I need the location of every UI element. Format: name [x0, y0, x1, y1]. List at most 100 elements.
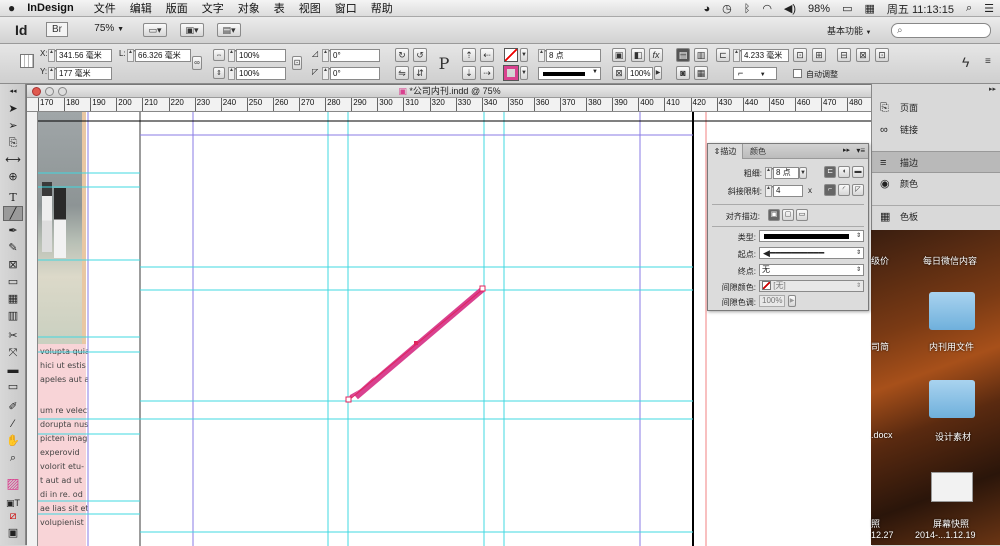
- fill-swatch[interactable]: [504, 48, 518, 62]
- workspace-switcher[interactable]: 基本功能 ▼: [827, 24, 871, 37]
- line-tool-icon[interactable]: ╱: [3, 206, 23, 221]
- screenshot-thumbnail-icon[interactable]: [931, 472, 973, 502]
- length-field[interactable]: 66.326 毫米: [135, 49, 191, 62]
- cap-butt-button[interactable]: ⊏: [824, 166, 836, 178]
- tab-color[interactable]: 颜色: [743, 144, 773, 159]
- input-source-icon[interactable]: ▦: [864, 2, 874, 15]
- fit-proportional-button[interactable]: ⊡: [875, 48, 889, 62]
- free-transform-tool-icon[interactable]: ⤧: [3, 346, 23, 361]
- dock-item-color[interactable]: ◉ 颜色: [872, 173, 1000, 195]
- menu-layout[interactable]: 版面: [166, 0, 188, 16]
- menu-window[interactable]: 窗口: [335, 0, 357, 16]
- reference-point-icon[interactable]: [20, 54, 34, 68]
- rectangle-tool-icon[interactable]: ▭: [3, 275, 23, 290]
- weight-stepper[interactable]: ▲▼: [765, 167, 776, 179]
- miter-field[interactable]: 4: [773, 185, 803, 197]
- apply-none-icon[interactable]: ⧄: [3, 509, 23, 524]
- weight-field[interactable]: 8 点: [773, 167, 799, 179]
- wifi-icon[interactable]: ◠: [762, 2, 772, 15]
- rotate-ccw-button[interactable]: ↺: [413, 48, 427, 62]
- fx-button[interactable]: fx: [649, 48, 663, 62]
- folder-icon[interactable]: [929, 380, 975, 418]
- screen-mode-button[interactable]: ▣▾: [180, 23, 204, 37]
- fit-content-button[interactable]: ⊡: [793, 48, 807, 62]
- panel-menu-icon[interactable]: ≡: [985, 56, 991, 67]
- menu-view[interactable]: 视图: [299, 0, 321, 16]
- stroke-dropdown[interactable]: ▼: [520, 66, 528, 80]
- auto-fit-checkbox[interactable]: [793, 69, 802, 78]
- select-container-button[interactable]: ⇡: [462, 48, 476, 62]
- volume-icon[interactable]: ◀): [784, 2, 796, 15]
- shear-stepper[interactable]: ▲▼: [322, 67, 333, 80]
- close-window-icon[interactable]: [32, 87, 41, 96]
- dock-item-pages[interactable]: ⎘ 页面: [872, 97, 1000, 119]
- wrap-shape-button[interactable]: ◙: [676, 66, 690, 80]
- x-stepper[interactable]: ▲▼: [48, 49, 59, 62]
- battery-status[interactable]: 98%: [808, 3, 830, 15]
- app-menu[interactable]: InDesign: [27, 2, 73, 14]
- menu-help[interactable]: 帮助: [371, 0, 393, 16]
- cap-projecting-button[interactable]: ▬: [852, 166, 864, 178]
- rectangle-frame-tool-icon[interactable]: ⊠: [3, 258, 23, 273]
- hand-tool-icon[interactable]: ✋: [3, 434, 23, 449]
- panel-options-icon[interactable]: ▾≡: [856, 146, 865, 155]
- miter-stepper[interactable]: ▲▼: [765, 185, 776, 197]
- gap-tool-icon[interactable]: ⟷: [3, 153, 23, 168]
- rotate-stepper[interactable]: ▲▼: [322, 49, 333, 62]
- view-options-button[interactable]: ▭▾: [143, 23, 167, 37]
- flip-horizontal-button[interactable]: ⇋: [395, 66, 409, 80]
- shear-angle-field[interactable]: 0°: [330, 67, 380, 80]
- eyedropper-tool-icon[interactable]: ⁄: [3, 417, 23, 432]
- qq-icon[interactable]: ◕: [703, 3, 710, 15]
- wrap-bounding-button[interactable]: ▥: [694, 48, 708, 62]
- tab-stroke[interactable]: ⇕描边: [708, 144, 743, 159]
- desktop-item-label[interactable]: 设计素材: [935, 430, 971, 443]
- desktop-item-label[interactable]: 每日微信内容: [923, 254, 977, 267]
- scale-x-stepper[interactable]: ▲▼: [228, 49, 239, 62]
- select-next-button[interactable]: ⇢: [480, 66, 494, 80]
- constrain-proportions-icon[interactable]: ∞: [192, 56, 202, 70]
- opacity-field[interactable]: 100%: [627, 67, 653, 80]
- weight-dropdown[interactable]: ▼: [799, 167, 807, 179]
- pencil-tool-icon[interactable]: ✎: [3, 241, 23, 256]
- desktop-item-label[interactable]: 屏幕快照: [933, 517, 969, 530]
- fit-frame-button[interactable]: ⊞: [812, 48, 826, 62]
- lightning-icon[interactable]: ϟ: [962, 54, 969, 70]
- minimize-window-icon[interactable]: [45, 87, 54, 96]
- panel-collapse-icon[interactable]: ▸▸: [843, 146, 850, 154]
- clock[interactable]: 周五 11:13:15: [887, 1, 954, 17]
- corner-shape-select[interactable]: ⌐ ▼: [733, 67, 777, 80]
- cap-round-button[interactable]: ◖: [838, 166, 850, 178]
- constrain-scale-icon[interactable]: ⊡: [292, 56, 302, 70]
- bridge-button[interactable]: Br: [46, 22, 68, 37]
- direct-selection-tool-icon[interactable]: ➢: [3, 119, 23, 134]
- menu-type[interactable]: 文字: [202, 0, 224, 16]
- fill-frame-button[interactable]: ⊠: [856, 48, 870, 62]
- opacity-dropdown[interactable]: ▶: [654, 66, 662, 80]
- dock-collapse-icon[interactable]: ▸▸: [989, 85, 996, 93]
- gap-tint-field[interactable]: 100%: [759, 295, 785, 307]
- effects-button[interactable]: ◧: [631, 48, 645, 62]
- zoom-tool-icon[interactable]: ⌕: [3, 451, 23, 466]
- apple-menu-icon[interactable]: ●: [8, 1, 15, 15]
- folder-icon[interactable]: [929, 292, 975, 330]
- rotate-angle-field[interactable]: 0°: [330, 49, 380, 62]
- join-miter-button[interactable]: ⌐: [824, 184, 836, 196]
- x-position-field[interactable]: 341.56 毫米: [56, 49, 112, 62]
- frame-width-field[interactable]: 4.233 毫米: [741, 49, 789, 62]
- fill-stroke-icon[interactable]: ▨: [3, 471, 23, 495]
- help-search-field[interactable]: ⌕: [891, 23, 991, 38]
- note-tool-icon[interactable]: ✐: [3, 400, 23, 415]
- type-select[interactable]: ⇕: [759, 230, 864, 242]
- arrange-documents-button[interactable]: ▤▾: [217, 23, 241, 37]
- start-select[interactable]: ◀━━━━━━━━━━ ⇕: [759, 247, 864, 259]
- gap-tint-dropdown[interactable]: ▶: [788, 295, 796, 307]
- toolbox-collapse-icon[interactable]: ◂◂: [3, 84, 23, 99]
- menu-edit[interactable]: 编辑: [130, 0, 152, 16]
- scale-y-field[interactable]: 100%: [236, 67, 286, 80]
- type-tool-icon[interactable]: T: [3, 190, 23, 205]
- fill-dropdown[interactable]: ▼: [520, 48, 528, 62]
- horizontal-ruler[interactable]: 170 180 190 200 210 220 230 240 250 260 270 280 290 3…: [27, 98, 872, 112]
- dock-item-swatches[interactable]: ▦ 色板: [872, 205, 1000, 227]
- spotlight-icon[interactable]: ⌕: [966, 2, 972, 15]
